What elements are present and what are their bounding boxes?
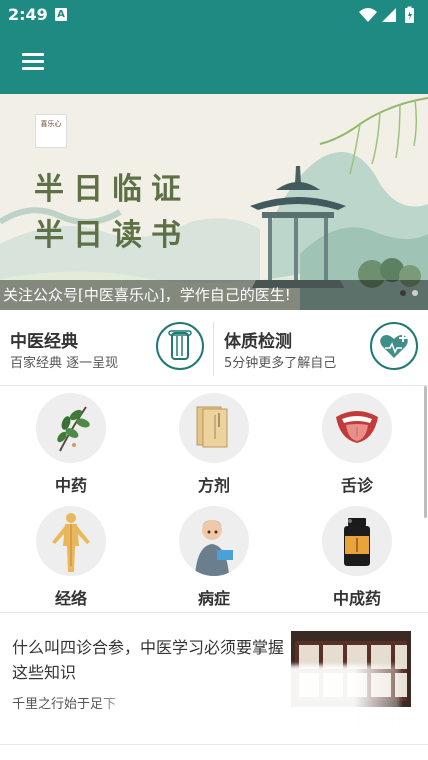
category-label: 方剂 <box>197 476 230 495</box>
article-card[interactable]: 什么叫四诊合参，中医学习必须要掌握这些知识 千里之行始于足下 <box>0 613 428 743</box>
banner-headline-2: 半日读书 <box>34 218 190 253</box>
meridian-body-icon <box>36 506 106 576</box>
hamburger-menu-icon[interactable] <box>16 50 48 74</box>
status-time: 2:49 <box>8 5 48 24</box>
feature-classics[interactable]: 中医经典 百家经典 逐一呈现 <box>0 310 214 386</box>
category-grid: 中药 方剂 舌诊 经络 病症 中成药 <box>0 390 428 612</box>
category-patent-medicines[interactable]: 中成药 <box>297 503 417 613</box>
feature-constitution-test[interactable]: 体质检测 5分钟更多了解自己 <box>214 310 428 386</box>
status-bar: 2:49 A <box>0 0 428 30</box>
status-icons <box>359 6 414 23</box>
category-label: 中成药 <box>332 589 381 608</box>
category-prescriptions[interactable]: 方剂 <box>154 390 274 500</box>
category-label: 病症 <box>197 589 230 608</box>
feature-title: 中医经典 <box>10 332 78 352</box>
feature-row: 中医经典 百家经典 逐一呈现 体质检测 5分钟更多了解自己 <box>0 310 428 386</box>
wifi-icon <box>359 8 377 22</box>
category-illnesses[interactable]: 病症 <box>154 503 274 613</box>
signal-icon <box>382 8 396 22</box>
a-notification-icon: A <box>55 8 67 21</box>
category-label: 舌诊 <box>340 476 373 495</box>
scrollbar[interactable] <box>424 386 427 518</box>
category-label: 经络 <box>54 589 87 608</box>
banner-caption: 关注公众号[中医喜乐心]，学作自己的医生! <box>0 280 428 310</box>
list-divider <box>0 744 428 745</box>
prescription-paper-icon <box>179 393 249 463</box>
carousel-dot-active[interactable] <box>400 290 406 296</box>
herb-branch-icon <box>36 393 106 463</box>
banner-headline-1: 半日临证 <box>34 172 190 207</box>
loading-fade-overlay <box>100 665 400 737</box>
app-bar <box>0 30 428 94</box>
medicine-bottle-icon <box>322 506 392 576</box>
banner-carousel[interactable]: 喜乐心 半日临证 半日读书 关注公众号[中医喜乐心]，学作自己的医生! <box>0 94 428 310</box>
tongue-icon <box>322 393 392 463</box>
category-label: 中药 <box>54 476 87 495</box>
carousel-indicator <box>394 281 418 300</box>
heart-plus-icon <box>370 322 418 370</box>
category-herbs[interactable]: 中药 <box>11 390 131 500</box>
brand-seal-logo: 喜乐心 <box>35 114 67 148</box>
carousel-dot[interactable] <box>412 290 418 296</box>
category-tongue-diagnosis[interactable]: 舌诊 <box>297 390 417 500</box>
feature-subtitle: 5分钟更多了解自己 <box>224 356 337 371</box>
feature-subtitle: 百家经典 逐一呈现 <box>10 356 119 371</box>
feature-title: 体质检测 <box>224 332 292 352</box>
sick-person-icon <box>179 506 249 576</box>
book-scroll-icon <box>156 322 204 370</box>
category-meridians[interactable]: 经络 <box>11 503 131 613</box>
